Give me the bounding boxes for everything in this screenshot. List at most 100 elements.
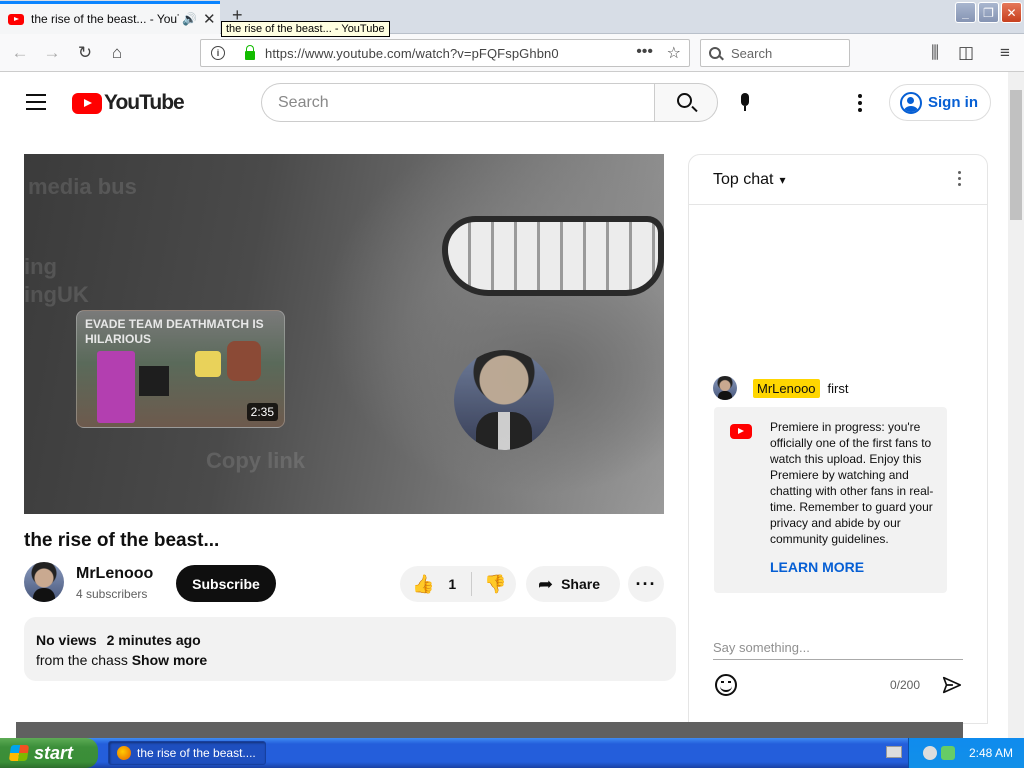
settings-dots-icon[interactable] xyxy=(857,94,863,115)
avatar xyxy=(713,376,737,400)
menu-icon[interactable]: ≡ xyxy=(994,42,1016,64)
channel-name[interactable]: MrLenooo xyxy=(76,565,153,583)
premiere-notice-text: Premiere in progress: you're officially … xyxy=(770,420,934,546)
lock-icon xyxy=(245,44,255,60)
subscriber-count: 4 subscribers xyxy=(76,587,148,601)
firefox-icon xyxy=(117,746,131,760)
forward-icon[interactable]: → xyxy=(41,42,63,64)
youtube-icon xyxy=(730,424,752,439)
browser-search-input[interactable]: Search xyxy=(700,39,850,67)
scrollbar-thumb[interactable] xyxy=(1010,90,1022,220)
browser-tab[interactable]: the rise of the beast... - YouTube 🔊 ✕ xyxy=(0,1,220,34)
youtube-favicon-icon xyxy=(8,13,24,25)
thumbs-up-icon: 👍 xyxy=(412,573,435,594)
account-icon xyxy=(900,91,922,114)
end-card-title: EVADE TEAM DEATHMATCH IS HILARIOUS xyxy=(85,317,264,346)
share-arrow-icon: ➦ xyxy=(538,573,554,594)
show-more-link[interactable]: Show more xyxy=(132,652,207,668)
browser-search-placeholder: Search xyxy=(731,45,773,61)
reload-icon[interactable]: ↻ xyxy=(74,42,96,64)
search-icon xyxy=(676,93,692,108)
live-chat-panel: Top chat ▾ MrLenooo first Premiere in pr… xyxy=(688,154,988,724)
bookmark-star-icon[interactable]: ☆ xyxy=(667,43,681,63)
network-icon[interactable] xyxy=(941,746,955,760)
close-window-button[interactable]: ✕ xyxy=(1001,2,1022,23)
start-button[interactable]: start xyxy=(0,738,98,768)
window-controls: _ ❐ ✕ xyxy=(955,2,1022,23)
site-info-icon[interactable]: i xyxy=(211,46,225,60)
taskbar-firefox-window[interactable]: the rise of the beast.... xyxy=(108,741,266,765)
home-icon[interactable]: ⌂ xyxy=(106,42,128,64)
youtube-search-button[interactable] xyxy=(654,83,718,122)
back-icon[interactable]: ← xyxy=(9,42,31,64)
faded-overlay-text: Copy link xyxy=(206,448,306,473)
description-box[interactable]: No views 2 minutes ago from the chass Sh… xyxy=(24,617,676,681)
upload-age: 2 minutes ago xyxy=(106,632,201,648)
video-title: the rise of the beast... xyxy=(24,530,220,551)
send-icon[interactable] xyxy=(941,674,963,696)
sign-in-button[interactable]: Sign in xyxy=(889,84,991,121)
subscribe-button[interactable]: Subscribe xyxy=(176,565,276,602)
emoji-icon[interactable] xyxy=(715,674,737,696)
view-count: No views xyxy=(36,632,97,648)
tab-title: the rise of the beast... - YouTube xyxy=(31,12,179,26)
learn-more-link[interactable]: LEARN MORE xyxy=(770,559,864,575)
chat-header: Top chat ▾ xyxy=(689,155,987,205)
youtube-wordmark: YouTube xyxy=(104,91,185,114)
restore-button[interactable]: ❐ xyxy=(978,2,999,23)
share-label: Share xyxy=(561,576,601,592)
premiere-notice: Premiere in progress: you're officially … xyxy=(714,407,947,593)
taskbar-item-label: the rise of the beast.... xyxy=(137,746,256,760)
horizontal-scrollbar[interactable] xyxy=(16,722,963,738)
browser-nav-bar: ← → ↻ ⌂ i https://www.youtube.com/watch?… xyxy=(0,34,1024,72)
faded-overlay-text: ing xyxy=(24,254,57,279)
video-frame-smile xyxy=(442,216,664,296)
url-bar[interactable]: i https://www.youtube.com/watch?v=pFQFsp… xyxy=(200,39,690,67)
end-screen-channel-avatar[interactable] xyxy=(454,350,554,450)
tab-tooltip: the rise of the beast... - YouTube xyxy=(221,21,390,37)
end-screen-video-card[interactable]: EVADE TEAM DEATHMATCH IS HILARIOUS 2:35 xyxy=(76,310,285,428)
end-card-duration: 2:35 xyxy=(246,403,278,421)
faded-overlay-text: media bus xyxy=(28,174,137,199)
browser-tab-bar: the rise of the beast... - YouTube 🔊 ✕ +… xyxy=(0,0,1024,37)
like-dislike-group: 👍 1 👎 xyxy=(400,566,516,602)
clock: 2:48 AM xyxy=(969,746,1014,760)
share-button[interactable]: ➦ Share xyxy=(526,566,620,602)
dislike-button[interactable]: 👎 xyxy=(472,574,506,595)
message-author[interactable]: MrLenooo xyxy=(753,378,820,398)
channel-avatar[interactable] xyxy=(24,562,64,602)
library-icon[interactable]: ⫼ xyxy=(924,42,946,64)
video-meta: No views 2 minutes ago xyxy=(36,630,664,650)
youtube-search-input[interactable]: Search xyxy=(261,83,655,122)
video-player[interactable]: media bus ing ingUK Copy link EVADE TEAM… xyxy=(24,154,664,514)
chevron-down-icon[interactable]: ▾ xyxy=(779,173,785,187)
description-text: from the chass xyxy=(36,652,128,668)
windows-logo-icon xyxy=(8,745,30,761)
tray-status-icon[interactable] xyxy=(923,746,937,760)
chat-input[interactable]: Say something... xyxy=(713,640,963,660)
sidebar-icon[interactable]: ◫ xyxy=(955,42,977,64)
char-counter: 0/200 xyxy=(890,678,921,692)
vertical-scrollbar[interactable] xyxy=(1008,72,1024,740)
taskbar: start the rise of the beast.... 2:48 AM xyxy=(0,738,1024,768)
speaker-icon[interactable]: 🔊 xyxy=(182,12,197,26)
chat-options-icon[interactable] xyxy=(958,171,961,189)
like-button[interactable]: 👍 1 xyxy=(400,572,472,596)
more-actions-button[interactable]: ··· xyxy=(628,566,664,602)
close-tab-icon[interactable]: ✕ xyxy=(203,10,216,28)
youtube-header: YouTube Search Sign in xyxy=(0,72,1008,132)
hamburger-menu-icon[interactable] xyxy=(26,94,46,115)
youtube-logo[interactable]: YouTube xyxy=(72,91,185,115)
start-label: start xyxy=(34,742,74,763)
url-text: https://www.youtube.com/watch?v=pFQFspGh… xyxy=(265,45,559,61)
like-count: 1 xyxy=(448,576,457,592)
youtube-play-icon xyxy=(72,92,102,114)
keyboard-icon[interactable] xyxy=(886,746,902,758)
page-actions-icon[interactable]: ••• xyxy=(636,43,653,61)
microphone-icon[interactable] xyxy=(738,93,752,115)
message-text: first xyxy=(827,380,849,396)
chat-message: MrLenooo first xyxy=(713,376,849,400)
minimize-button[interactable]: _ xyxy=(955,2,976,23)
thumbs-down-icon: 👎 xyxy=(484,573,507,594)
chat-mode-dropdown[interactable]: Top chat xyxy=(713,171,773,189)
